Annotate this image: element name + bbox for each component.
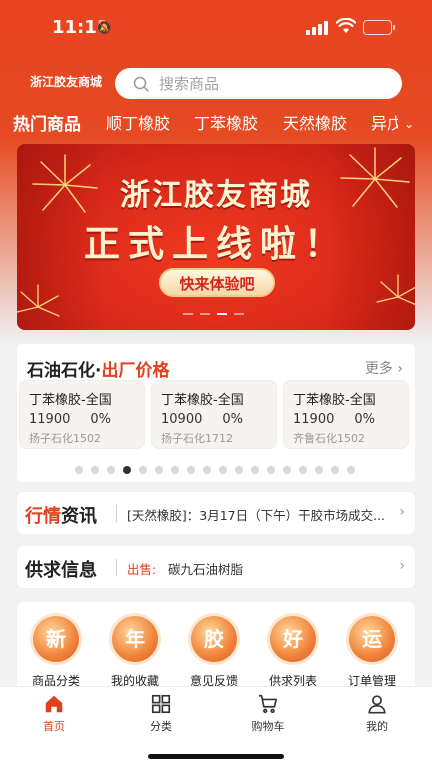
status-bar: 11:11 🔕 (0, 0, 432, 54)
search-bar[interactable] (115, 68, 402, 99)
news-headline: [天然橡胶]：3月17日（下午）干胶市场成交... (127, 508, 386, 523)
sale-tag: 出售: (127, 562, 157, 577)
grid-icon (151, 694, 171, 714)
battery-icon (363, 20, 395, 35)
supply-demand-bar[interactable]: 供求信息 出售: 碳九石油树脂 › (17, 546, 415, 588)
new-year-badge-icon: 新 (33, 616, 79, 662)
price-item[interactable]: 丁苯橡胶-全国 10900 0% 扬子石化1712 (151, 380, 277, 449)
search-input[interactable] (159, 74, 379, 93)
banner-title: 浙江胶友商城 (120, 178, 312, 213)
nav-cart[interactable]: 购物车 (238, 693, 298, 734)
shortcut-orders[interactable]: 运 订单管理 (337, 616, 407, 689)
nav-home[interactable]: 首页 (24, 693, 84, 734)
user-icon (368, 695, 386, 714)
price-section-title: 石油石化·出厂价格 (27, 361, 170, 381)
price-item[interactable]: 丁苯橡胶-全国 11900 0% 扬子石化1502 (19, 380, 145, 449)
banner-cta-button[interactable]: 快来体验吧 (159, 268, 275, 297)
new-year-badge-icon: 运 (349, 616, 395, 662)
nav-profile[interactable]: 我的 (347, 693, 407, 734)
supply-title: 供求信息 (25, 560, 97, 581)
tab-natural-rubber[interactable]: 天然橡胶 (283, 110, 347, 134)
cart-icon (258, 694, 278, 714)
new-year-badge-icon: 好 (270, 616, 316, 662)
shortcut-supply-list[interactable]: 好 供求列表 (258, 616, 328, 689)
firework-icon (376, 274, 415, 305)
price-pagination (75, 466, 355, 474)
brand-name: 浙江胶友商城 (30, 75, 103, 89)
promo-banner[interactable]: 浙江胶友商城 正式上线啦！ 快来体验吧 (17, 144, 415, 330)
search-icon (133, 76, 149, 92)
new-year-badge-icon: 年 (112, 616, 158, 662)
nav-category[interactable]: 分类 (131, 693, 191, 734)
wifi-icon (336, 18, 356, 33)
chevron-down-icon[interactable]: ⌄ (404, 117, 414, 131)
tab-sbr[interactable]: 丁苯橡胶 (194, 110, 258, 134)
factory-price-card: 石油石化·出厂价格 更多 › 丁苯橡胶-全国 11900 0% 扬子石化1502 … (17, 344, 415, 482)
chevron-right-icon: › (399, 558, 405, 574)
more-link[interactable]: 更多 › (365, 358, 403, 378)
shortcut-feedback[interactable]: 胶 意见反馈 (179, 616, 249, 689)
home-icon (45, 695, 63, 713)
tab-hot[interactable]: 热门商品 (13, 110, 81, 135)
signal-icon (306, 21, 328, 35)
banner-pagination (183, 313, 244, 315)
supply-item: 碳九石油树脂 (168, 562, 244, 577)
category-tabs: 热门商品 顺丁橡胶 丁苯橡胶 天然橡胶 异戊 (0, 106, 398, 136)
shortcut-category[interactable]: 新 商品分类 (21, 616, 91, 689)
chevron-right-icon: › (397, 361, 403, 377)
price-item[interactable]: 丁苯橡胶-全国 11900 0% 齐鲁石化1502 (283, 380, 409, 449)
chevron-right-icon: › (399, 504, 405, 520)
banner-subtitle: 正式上线啦！ (83, 224, 348, 265)
tab-bR[interactable]: 顺丁橡胶 (106, 110, 170, 134)
market-news-bar[interactable]: 行情 资讯 [天然橡胶]：3月17日（下午）干胶市场成交... › (17, 492, 415, 534)
new-year-badge-icon: 胶 (191, 616, 237, 662)
shortcut-favorites[interactable]: 年 我的收藏 (100, 616, 170, 689)
mute-bell-icon: 🔕 (96, 21, 113, 36)
firework-icon (17, 284, 60, 317)
home-indicator (148, 754, 284, 759)
tab-ir[interactable]: 异戊 (371, 110, 398, 134)
